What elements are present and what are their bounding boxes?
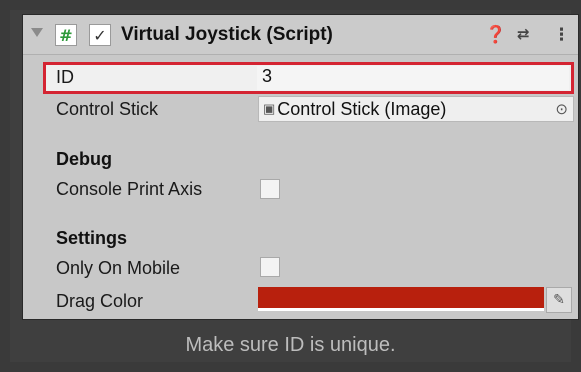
script-icon: # — [55, 24, 77, 46]
inspector-component-panel: # ✓ Virtual Joystick (Script) ❓ ⇄ ⋮ ID 3… — [22, 14, 579, 320]
control-stick-value: Control Stick (Image) — [277, 98, 447, 119]
image-icon: ▣ — [263, 101, 276, 116]
id-field[interactable]: 3 — [257, 66, 569, 90]
presets-icon[interactable]: ⇄ — [517, 25, 530, 43]
more-options-icon[interactable]: ⋮ — [553, 25, 570, 45]
control-stick-field[interactable]: ▣ Control Stick (Image) ⊙ — [258, 96, 574, 122]
fold-arrow-icon[interactable] — [31, 28, 43, 37]
help-icon[interactable]: ❓ — [485, 25, 506, 45]
drag-color-label: Drag Color — [56, 291, 144, 311]
only-on-mobile-label: Only On Mobile — [56, 258, 181, 278]
console-print-axis-checkbox[interactable] — [260, 179, 280, 199]
only-on-mobile-checkbox[interactable] — [260, 257, 280, 277]
component-header[interactable]: # ✓ Virtual Joystick (Script) ❓ ⇄ ⋮ — [23, 15, 578, 55]
drag-color-swatch[interactable] — [258, 287, 544, 311]
caption-text: Make sure ID is unique. — [185, 334, 396, 356]
console-print-axis-label: Console Print Axis — [56, 179, 203, 199]
object-picker-icon[interactable]: ⊙ — [555, 100, 568, 118]
component-title: Virtual Joystick (Script) — [121, 24, 333, 45]
settings-heading: Settings — [56, 228, 128, 248]
id-label: ID — [56, 67, 74, 87]
component-enabled-checkbox[interactable]: ✓ — [89, 24, 111, 46]
id-value: 3 — [262, 66, 273, 86]
eyedropper-icon[interactable]: ✎ — [546, 287, 572, 313]
debug-heading: Debug — [56, 149, 112, 169]
control-stick-label: Control Stick — [56, 99, 159, 119]
